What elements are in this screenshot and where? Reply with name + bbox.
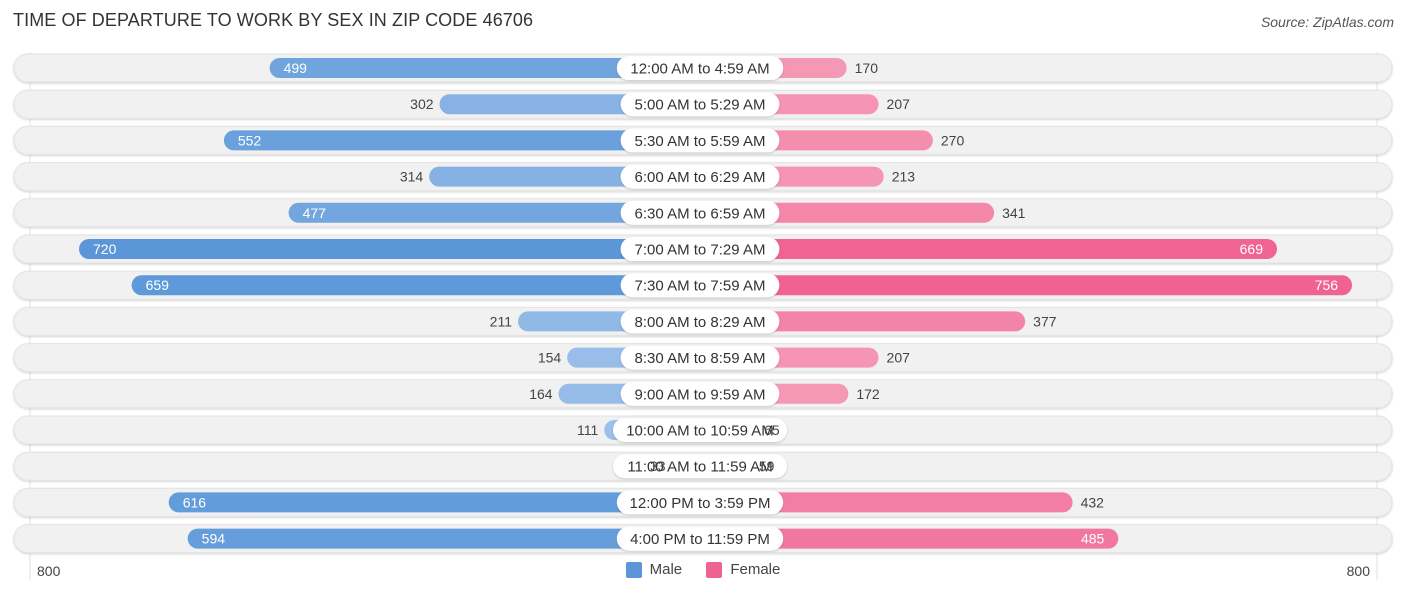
value-label-female: 485 (1081, 531, 1105, 547)
value-label-male: 164 (529, 386, 553, 402)
value-label-female: 432 (1081, 494, 1105, 510)
bar-male[interactable] (79, 239, 710, 259)
value-label-female: 65 (764, 422, 780, 438)
category-label: 10:00 AM to 10:59 AM (626, 423, 774, 440)
value-label-male: 616 (183, 494, 207, 510)
value-label-male: 111 (577, 422, 598, 438)
legend: Male Female (0, 561, 1406, 582)
value-label-female: 207 (887, 350, 911, 366)
bar-female[interactable] (690, 275, 1353, 296)
category-label: 7:00 AM to 7:29 AM (635, 242, 766, 259)
legend-swatch-male (625, 561, 642, 578)
value-label-female: 213 (892, 169, 916, 185)
value-label-male: 211 (490, 313, 513, 329)
value-label-male: 33 (650, 458, 666, 474)
value-label-female: 170 (855, 60, 879, 76)
legend-label-male: Male (649, 561, 683, 578)
category-label: 12:00 PM to 3:59 PM (630, 495, 771, 512)
legend-item-female[interactable]: Female (706, 561, 780, 578)
value-label-male: 314 (400, 169, 424, 185)
value-label-male: 659 (146, 277, 170, 293)
category-label: 7:30 AM to 7:59 AM (635, 278, 766, 295)
value-label-male: 499 (284, 60, 308, 76)
value-label-male: 552 (238, 132, 262, 148)
category-label: 5:30 AM to 5:59 AM (635, 133, 766, 150)
category-label: 8:00 AM to 8:29 AM (635, 314, 766, 331)
category-label: 5:00 AM to 5:29 AM (635, 97, 766, 114)
value-label-female: 207 (887, 96, 911, 112)
value-label-male: 154 (538, 350, 562, 366)
category-label: 6:00 AM to 6:29 AM (635, 169, 766, 186)
value-label-male: 594 (202, 531, 226, 547)
legend-item-male[interactable]: Male (625, 561, 683, 578)
value-label-female: 59 (759, 458, 775, 474)
legend-label-female: Female (730, 561, 781, 578)
value-label-male: 720 (93, 241, 117, 257)
category-label: 6:30 AM to 6:59 AM (635, 205, 766, 222)
chart-area: 12:00 AM to 4:59 AM 499 170 5:00 AM to 5:29… (13, 52, 1393, 580)
value-label-female: 377 (1033, 313, 1057, 329)
value-label-female: 669 (1240, 241, 1264, 257)
value-label-female: 172 (856, 386, 880, 402)
value-label-male: 477 (303, 205, 327, 221)
value-label-male: 302 (410, 96, 434, 112)
value-label-female: 270 (941, 132, 965, 148)
value-label-female: 756 (1315, 277, 1339, 293)
category-label: 12:00 AM to 4:59 AM (630, 61, 769, 78)
category-label: 8:30 AM to 8:59 AM (635, 350, 766, 367)
value-label-female: 341 (1002, 205, 1026, 221)
category-label: 4:00 PM to 11:59 PM (630, 531, 770, 548)
legend-swatch-female (706, 561, 723, 578)
category-label: 9:00 AM to 9:59 AM (635, 386, 766, 403)
